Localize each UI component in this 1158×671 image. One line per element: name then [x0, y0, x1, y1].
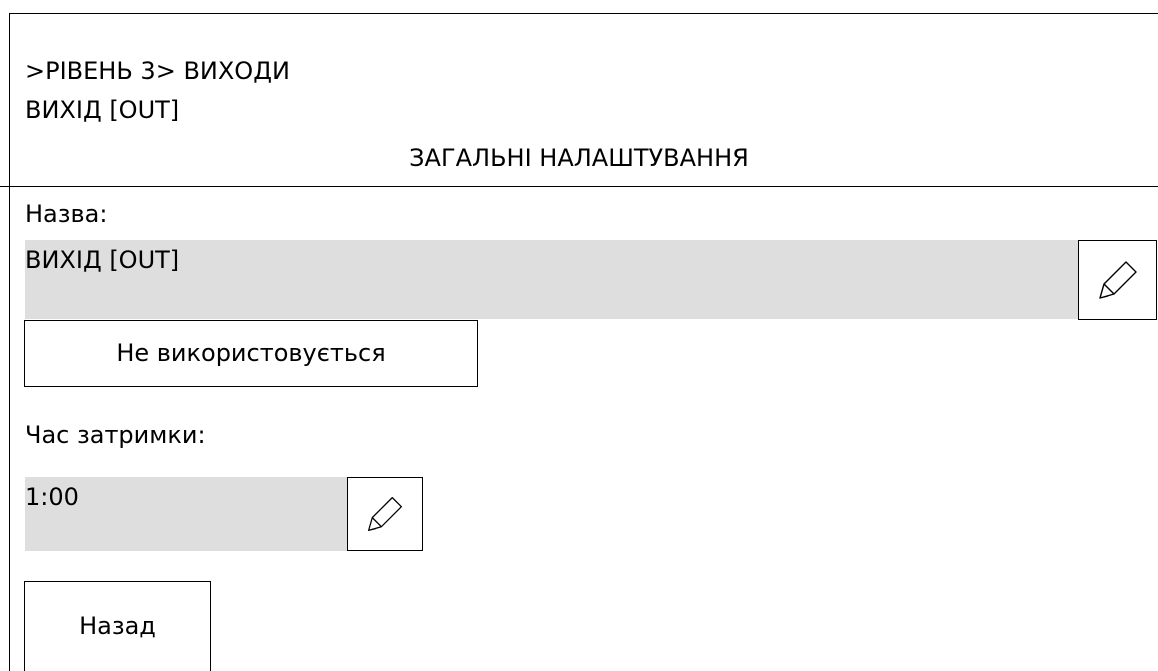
- delay-value: 1:00: [25, 483, 79, 511]
- back-button[interactable]: Назад: [24, 581, 211, 671]
- name-value: ВИХІД [OUT]: [25, 246, 180, 274]
- delay-label: Час затримки:: [25, 421, 206, 449]
- delay-field[interactable]: 1:00: [25, 477, 347, 551]
- name-label: Назва:: [25, 200, 108, 228]
- edit-delay-button[interactable]: [347, 477, 423, 551]
- divider: [0, 186, 1158, 187]
- pencil-icon: [368, 497, 402, 531]
- mode-button[interactable]: Не використовується: [24, 320, 478, 387]
- breadcrumb-current: ВИХІД [OUT]: [25, 96, 180, 124]
- edit-name-button[interactable]: [1078, 240, 1157, 320]
- name-field[interactable]: ВИХІД [OUT]: [25, 240, 1078, 319]
- pencil-icon: [1098, 261, 1137, 299]
- section-title: ЗАГАЛЬНІ НАЛАШТУВАННЯ: [409, 144, 749, 172]
- breadcrumb-path: >РІВЕНЬ 3> ВИХОДИ: [25, 57, 290, 85]
